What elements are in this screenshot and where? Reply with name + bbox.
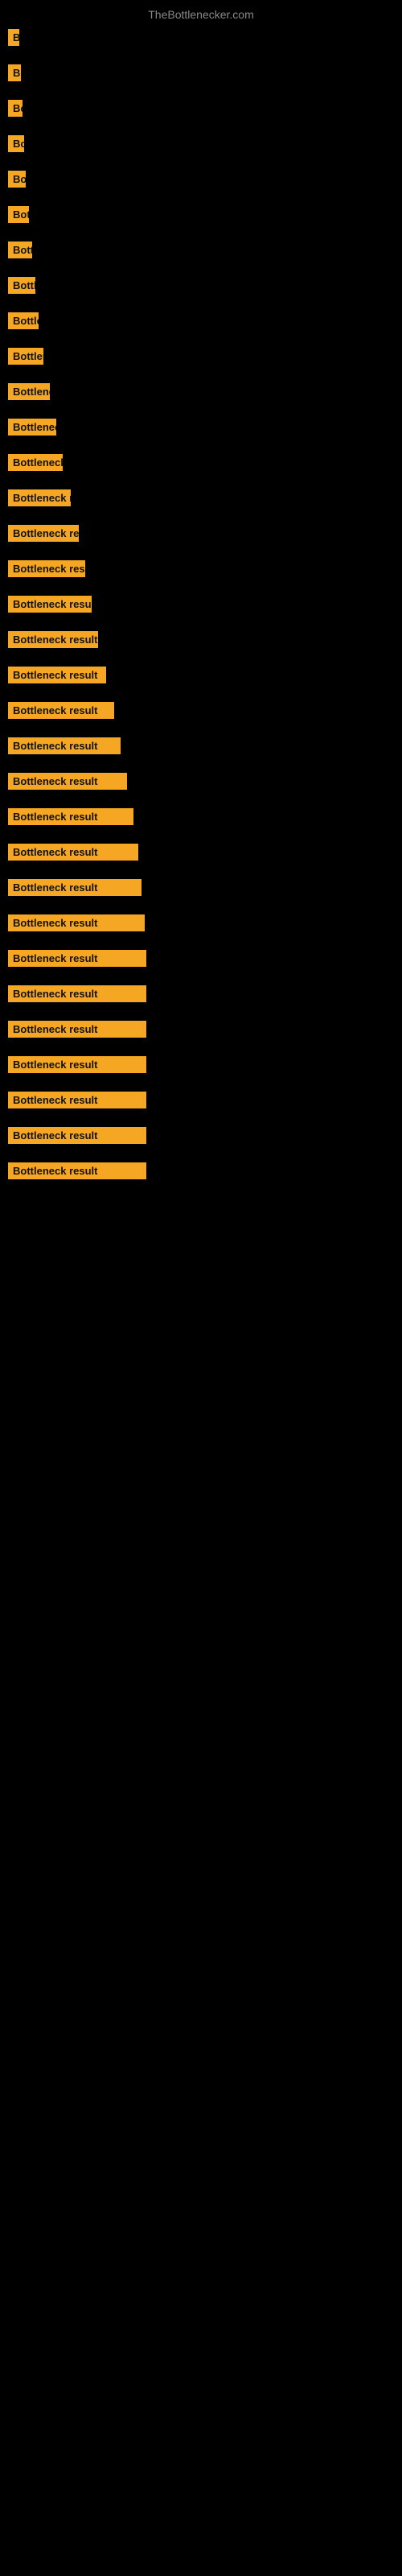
bottleneck-label: Bottleneck result <box>8 879 142 896</box>
list-item: Bottleneck result <box>8 596 92 617</box>
bottleneck-label: Bottleneck result <box>8 312 39 329</box>
bottleneck-label: Bottleneck result <box>8 348 43 365</box>
list-item: Bottleneck result <box>8 1021 146 1042</box>
bottleneck-label: Bottleneck result <box>8 29 19 46</box>
list-item: Bottleneck result <box>8 100 23 121</box>
bottleneck-label: Bottleneck result <box>8 64 21 81</box>
bottleneck-label: Bottleneck result <box>8 383 50 400</box>
list-item: Bottleneck result <box>8 29 19 50</box>
bottleneck-label: Bottleneck result <box>8 631 98 648</box>
bottleneck-label: Bottleneck result <box>8 277 35 294</box>
list-item: Bottleneck result <box>8 1056 146 1077</box>
bottleneck-label: Bottleneck result <box>8 1021 146 1038</box>
list-item: Bottleneck result <box>8 419 56 440</box>
bottleneck-label: Bottleneck result <box>8 702 114 719</box>
bottleneck-label: Bottleneck result <box>8 100 23 117</box>
bottleneck-label: Bottleneck result <box>8 844 138 861</box>
bottleneck-label: Bottleneck result <box>8 454 63 471</box>
list-item: Bottleneck result <box>8 277 35 298</box>
list-item: Bottleneck result <box>8 454 63 475</box>
bottleneck-label: Bottleneck result <box>8 985 146 1002</box>
bottleneck-label: Bottleneck result <box>8 171 26 188</box>
bottleneck-label: Bottleneck result <box>8 560 85 577</box>
list-item: Bottleneck result <box>8 737 121 758</box>
list-item: Bottleneck result <box>8 844 138 865</box>
list-item: Bottleneck result <box>8 525 79 546</box>
bottleneck-label: Bottleneck result <box>8 737 121 754</box>
list-item: Bottleneck result <box>8 950 146 971</box>
list-item: Bottleneck result <box>8 773 127 794</box>
bottleneck-label: Bottleneck result <box>8 1092 146 1108</box>
bottleneck-label: Bottleneck result <box>8 773 127 790</box>
list-item: Bottleneck result <box>8 985 146 1006</box>
bottleneck-label: Bottleneck result <box>8 242 32 258</box>
bottleneck-label: Bottleneck result <box>8 525 79 542</box>
list-item: Bottleneck result <box>8 702 114 723</box>
bottleneck-label: Bottleneck result <box>8 1162 146 1179</box>
list-item: Bottleneck result <box>8 206 29 227</box>
list-item: Bottleneck result <box>8 879 142 900</box>
bottleneck-label: Bottleneck result <box>8 914 145 931</box>
bottleneck-label: Bottleneck result <box>8 489 71 506</box>
list-item: Bottleneck result <box>8 348 43 369</box>
bottleneck-label: Bottleneck result <box>8 419 56 436</box>
list-item: Bottleneck result <box>8 808 133 829</box>
bottleneck-label: Bottleneck result <box>8 135 24 152</box>
site-title: TheBottlenecker.com <box>0 0 402 27</box>
list-item: Bottleneck result <box>8 631 98 652</box>
bottleneck-label: Bottleneck result <box>8 206 29 223</box>
list-item: Bottleneck result <box>8 667 106 687</box>
page-container: TheBottlenecker.com Bottleneck result Bot… <box>0 0 402 2576</box>
list-item: Bottleneck result <box>8 560 85 581</box>
list-item: Bottleneck result <box>8 1127 146 1148</box>
list-item: Bottleneck result <box>8 64 21 85</box>
list-item: Bottleneck result <box>8 312 39 333</box>
list-item: Bottleneck result <box>8 1162 146 1183</box>
bottleneck-label: Bottleneck result <box>8 808 133 825</box>
list-item: Bottleneck result <box>8 242 32 262</box>
list-item: Bottleneck result <box>8 383 50 404</box>
list-item: Bottleneck result <box>8 914 145 935</box>
bottleneck-label: Bottleneck result <box>8 1056 146 1073</box>
list-item: Bottleneck result <box>8 489 71 510</box>
list-item: Bottleneck result <box>8 171 26 192</box>
list-item: Bottleneck result <box>8 135 24 156</box>
list-item: Bottleneck result <box>8 1092 146 1113</box>
bottleneck-label: Bottleneck result <box>8 596 92 613</box>
bottleneck-label: Bottleneck result <box>8 950 146 967</box>
bottleneck-label: Bottleneck result <box>8 667 106 683</box>
bottleneck-label: Bottleneck result <box>8 1127 146 1144</box>
